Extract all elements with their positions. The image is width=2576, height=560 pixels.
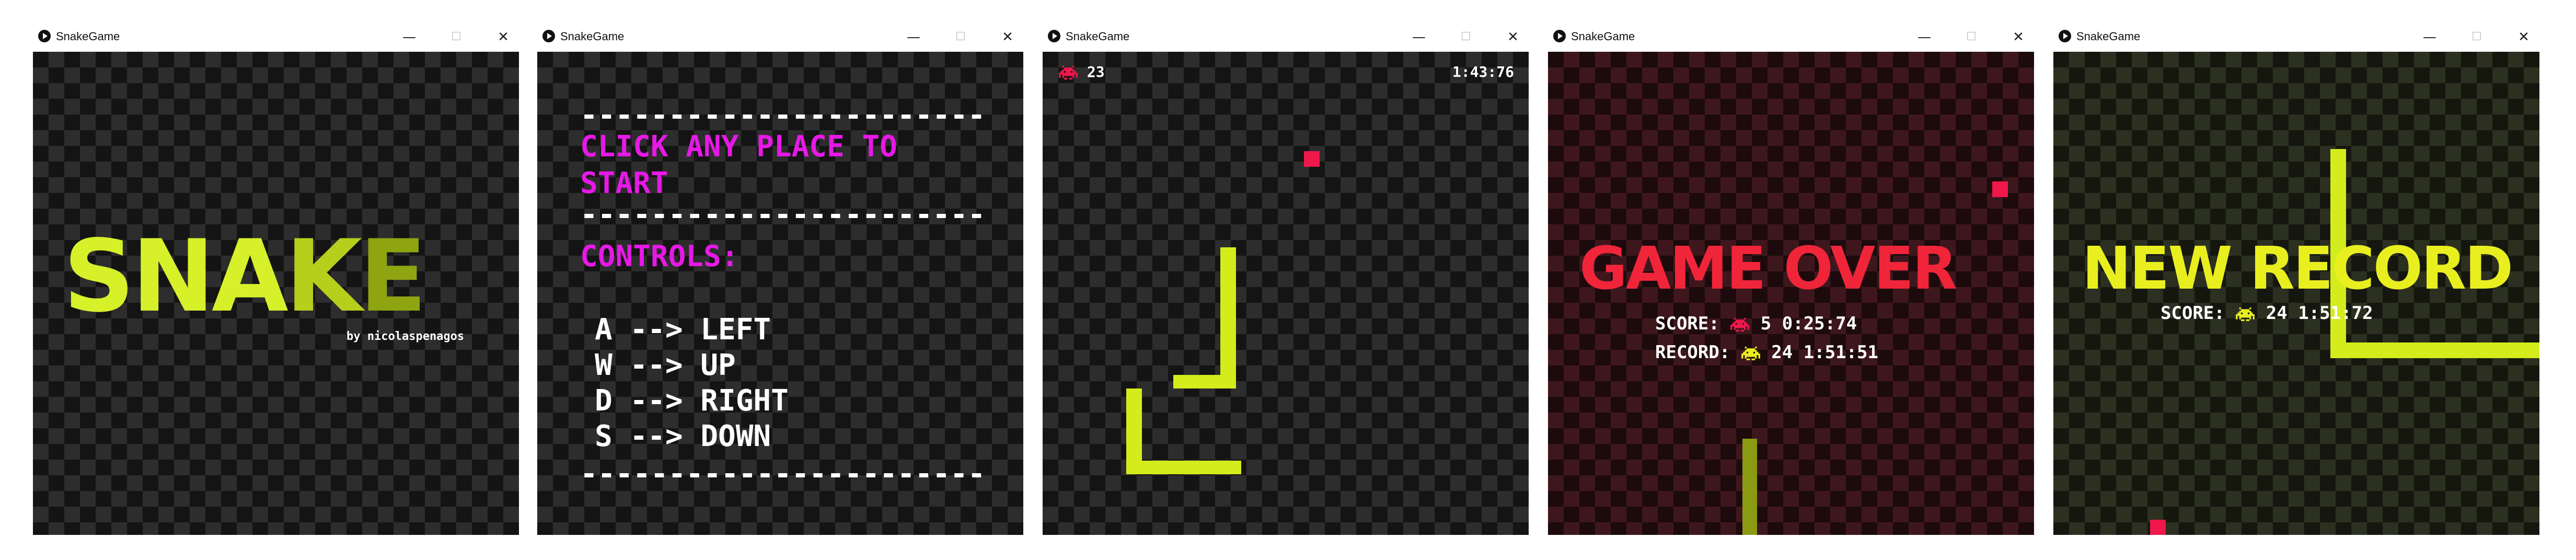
maximize-button[interactable]: ☐ [1956,26,1987,49]
time-display: 1:43:76 [1452,63,1514,81]
app-icon [2059,30,2071,42]
window-game-over-screen: SnakeGame — ☐ ✕ GAME OVER SCORE: 5 0:25:… [1548,22,2034,535]
score-line: SCORE: 24 1:51:72 [2161,303,2373,324]
new-record-banner: NEW RECORD [2082,235,2513,303]
record-line: RECORD: 24 1:51:51 [1655,342,1878,363]
logo-part-sna: SNA [63,219,288,334]
record-label: RECORD: [1655,342,1730,363]
title-bar: SnakeGame — ☐ ✕ [33,22,519,52]
game-over-banner: GAME OVER [1579,235,1957,303]
control-down: S --> DOWN [595,419,771,453]
window-new-record-screen: SnakeGame — ☐ ✕ NEW RECORD SCORE: 24 1:5… [2053,22,2539,535]
close-button[interactable]: ✕ [992,26,1023,49]
close-button[interactable]: ✕ [1497,26,1529,49]
minimize-button[interactable]: — [1909,26,1940,49]
window-title: SnakeGame [56,30,120,43]
controls-heading: CONTROLS: [580,239,739,273]
score-time: 1:51:72 [2298,303,2373,324]
score-value: 24 [2266,303,2288,324]
window-title: SnakeGame [2076,30,2141,43]
snake-segment [1220,247,1236,388]
control-right: D --> RIGHT [595,384,789,418]
divider-middle: ----------------------- [580,198,986,232]
score-label: SCORE: [1655,313,1719,334]
alien-icon [2235,307,2255,321]
maximize-button[interactable]: ☐ [441,26,472,49]
record-value: 24 [1771,342,1793,363]
author-credit: by nicolaspenagos [346,330,465,343]
maximize-button[interactable]: ☐ [945,26,976,49]
alien-icon [1730,318,1750,332]
minimize-button[interactable]: — [2414,26,2445,49]
app-icon [38,30,51,42]
logo-part-e: E [359,219,427,334]
food [1992,181,2008,197]
start-prompt-line1: CLICK ANY PLACE TO [580,130,897,164]
game-canvas[interactable]: NEW RECORD SCORE: 24 1:51:72 [2053,52,2539,535]
title-bar: SnakeGame — ☐ ✕ [2053,22,2539,52]
logo-part-k: K [285,219,362,334]
window-menu-screen: SnakeGame — ☐ ✕ ----------------------- … [537,22,1023,535]
divider-top: ----------------------- [580,98,986,132]
score-line: SCORE: 5 0:25:74 [1655,313,1857,334]
score-value: 23 [1087,63,1105,81]
snake-segment [1742,439,1757,535]
close-button[interactable]: ✕ [2508,26,2539,49]
window-title-screen: SnakeGame — ☐ ✕ SNAKE by nicolaspenagos [33,22,519,535]
minimize-button[interactable]: — [1403,26,1435,49]
title-bar: SnakeGame — ☐ ✕ [1548,22,2034,52]
control-up: W --> UP [595,348,736,382]
game-canvas[interactable]: ----------------------- CLICK ANY PLACE … [537,52,1023,535]
title-bar: SnakeGame — ☐ ✕ [1043,22,1529,52]
app-icon [1553,30,1566,42]
window-title: SnakeGame [560,30,625,43]
title-bar: SnakeGame — ☐ ✕ [537,22,1023,52]
food [2150,520,2166,535]
game-canvas[interactable]: 23 1:43:76 [1043,52,1529,535]
score-display: 23 [1058,63,1105,81]
maximize-button[interactable]: ☐ [1450,26,1482,49]
window-title: SnakeGame [1571,30,1635,43]
divider-bottom: ----------------------- [580,457,986,491]
window-title: SnakeGame [1066,30,1130,43]
snake-segment [1126,461,1241,474]
close-button[interactable]: ✕ [488,26,519,49]
start-prompt-line2: START [580,166,668,200]
minimize-button[interactable]: — [898,26,929,49]
score-value: 5 [1760,313,1772,334]
record-time: 1:51:51 [1803,342,1878,363]
food [1304,151,1320,167]
app-icon [1048,30,1060,42]
game-canvas[interactable]: GAME OVER SCORE: 5 0:25:74 RECORD: 24 1:… [1548,52,2034,535]
snake-segment [1173,375,1236,388]
game-canvas[interactable]: SNAKE by nicolaspenagos [33,52,519,535]
score-time: 0:25:74 [1782,313,1857,334]
minimize-button[interactable]: — [394,26,425,49]
control-left: A --> LEFT [595,313,771,347]
alien-icon [1058,66,1078,79]
close-button[interactable]: ✕ [2003,26,2034,49]
score-label: SCORE: [2161,303,2225,324]
snake-logo: SNAKE [63,227,427,326]
app-icon [542,30,555,42]
window-gameplay-screen: SnakeGame — ☐ ✕ 23 1:43:76 [1043,22,1529,535]
alien-icon [1741,347,1761,360]
maximize-button[interactable]: ☐ [2461,26,2492,49]
snake-segment [2346,342,2539,358]
